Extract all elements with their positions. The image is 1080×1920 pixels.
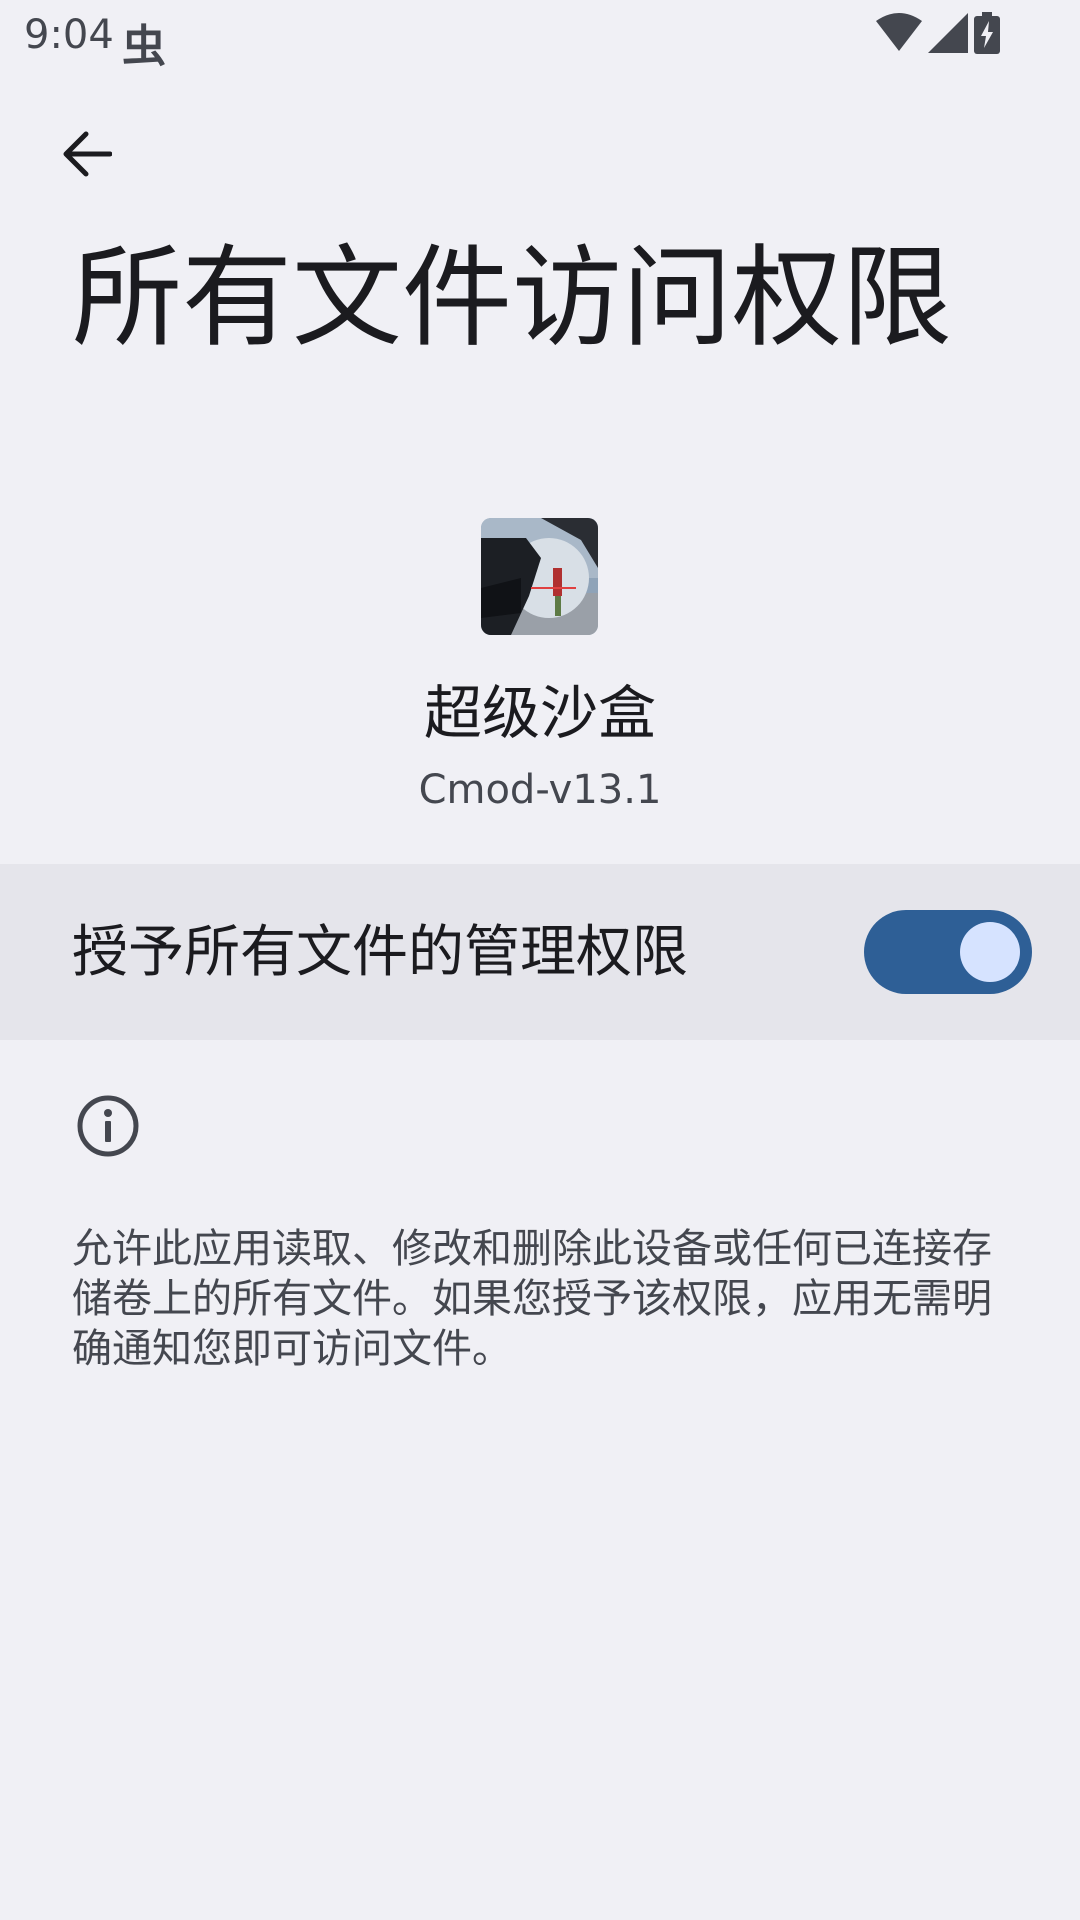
all-files-permission-row[interactable]: 授予所有文件的管理权限 xyxy=(0,864,1080,1040)
permission-description: 允许此应用读取、修改和删除此设备或任何已连接存储卷上的所有文件。如果您授予该权限… xyxy=(72,1226,992,1372)
permission-label: 授予所有文件的管理权限 xyxy=(72,920,688,985)
cell-signal-icon xyxy=(928,13,968,57)
back-button[interactable] xyxy=(52,120,120,188)
switch-thumb xyxy=(960,922,1020,982)
status-icons xyxy=(876,12,1000,58)
page-title: 所有文件访问权限 xyxy=(72,234,952,362)
app-icon xyxy=(481,518,598,635)
info-icon xyxy=(76,1094,140,1158)
status-bar: 9:04 虫 xyxy=(0,0,1080,72)
wifi-icon xyxy=(876,13,922,57)
battery-charging-icon xyxy=(974,12,1000,58)
arrow-back-icon xyxy=(63,131,112,177)
app-name: 超级沙盒 xyxy=(423,679,656,747)
debug-notification-icon: 虫 xyxy=(122,21,166,72)
status-time: 9:04 xyxy=(24,12,114,58)
permission-switch[interactable] xyxy=(864,910,1032,994)
app-version: Cmod-v13.1 xyxy=(418,767,662,813)
